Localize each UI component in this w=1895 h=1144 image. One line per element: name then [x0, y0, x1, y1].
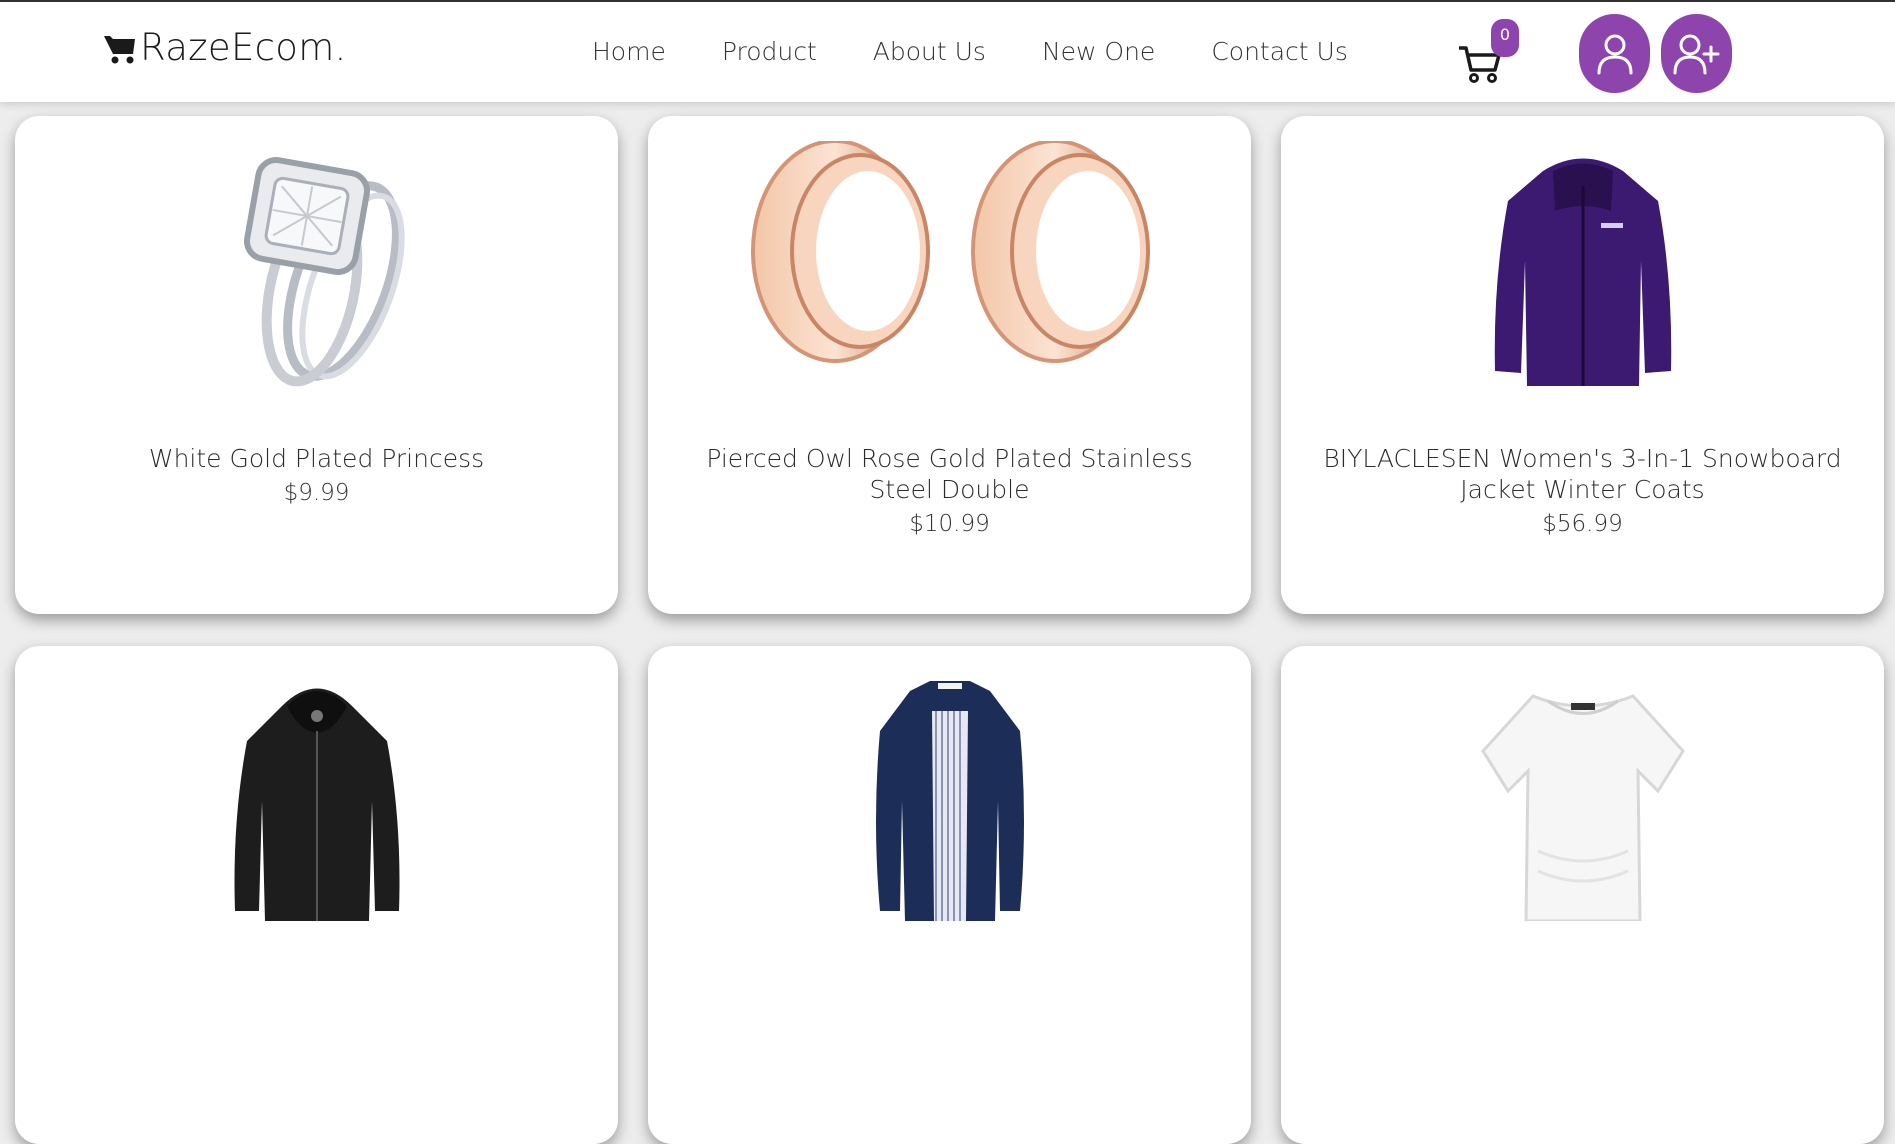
white-tshirt-image — [1480, 694, 1685, 921]
product-image[interactable] — [1331, 116, 1834, 416]
product-card[interactable] — [15, 646, 618, 1144]
nav-link-new-one[interactable]: New One — [1042, 37, 1155, 66]
product-card[interactable]: BIYLACLESEN Women's 3-In-1 Snowboard Jac… — [1281, 116, 1884, 614]
product-image[interactable] — [65, 646, 568, 946]
product-image[interactable] — [698, 116, 1201, 416]
user-icon — [1597, 34, 1632, 74]
product-price: $10.99 — [909, 511, 990, 537]
product-title[interactable]: White Gold Plated Princess — [55, 443, 578, 474]
product-title[interactable]: Pierced Owl Rose Gold Plated Stainless S… — [688, 443, 1211, 505]
nav-link-product[interactable]: Product — [722, 37, 817, 66]
product-card[interactable]: Pierced Owl Rose Gold Plated Stainless S… — [648, 116, 1251, 614]
navy-coat-image — [875, 681, 1024, 921]
product-grid: White Gold Plated Princess $9.99 Pierced… — [0, 0, 1895, 1144]
product-card[interactable] — [1281, 646, 1884, 1144]
product-image[interactable] — [65, 116, 568, 416]
black-jacket-image — [234, 688, 399, 921]
top-navbar: RazeEcom. Home Product About Us New One … — [0, 2, 1895, 102]
cart-count-badge: 0 — [1491, 19, 1519, 57]
nav-link-contact-us[interactable]: Contact Us — [1211, 37, 1348, 66]
nav-link-about-us[interactable]: About Us — [873, 37, 986, 66]
product-image[interactable] — [1331, 646, 1834, 946]
user-plus-icon — [1673, 34, 1719, 74]
register-button[interactable] — [1661, 14, 1732, 93]
purple-jacket-image — [1494, 158, 1671, 386]
product-price: $9.99 — [283, 480, 350, 506]
product-card[interactable] — [648, 646, 1251, 1144]
brand-name: RazeEcom. — [140, 26, 347, 69]
product-card[interactable]: White Gold Plated Princess $9.99 — [15, 116, 618, 614]
ring-image — [243, 157, 405, 387]
product-title[interactable]: BIYLACLESEN Women's 3-In-1 Snowboard Jac… — [1321, 443, 1844, 505]
cart-icon — [104, 35, 135, 63]
brand-logo[interactable]: RazeEcom. — [102, 26, 347, 69]
main-nav: Home Product About Us New One Contact Us — [592, 37, 1404, 66]
product-price: $56.99 — [1542, 511, 1623, 537]
nav-link-home[interactable]: Home — [592, 37, 666, 66]
product-image[interactable] — [698, 646, 1201, 946]
login-button[interactable] — [1579, 14, 1650, 93]
plugs-image — [750, 141, 1150, 363]
